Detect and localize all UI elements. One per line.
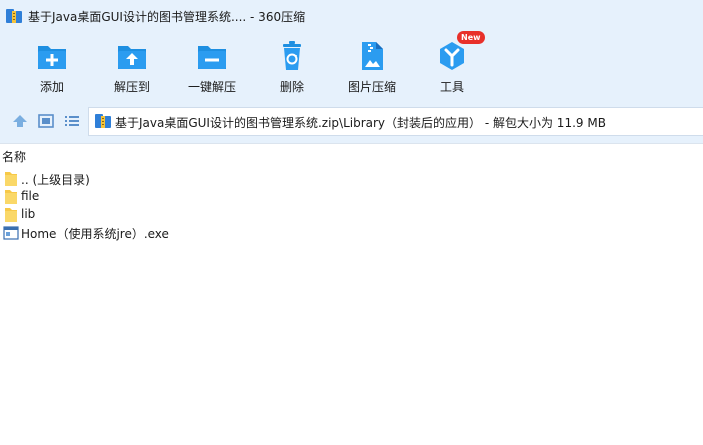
extract-to-label: 解压到	[113, 80, 150, 94]
one-click-extract-button[interactable]: 一键解压	[172, 34, 252, 96]
image-compress-button[interactable]: 图片压缩	[332, 34, 412, 96]
path-field[interactable]: 基于Java桌面GUI设计的图书管理系统.zip\Library（封装后的应用）…	[88, 107, 703, 136]
delete-label: 删除	[279, 80, 304, 94]
app-window: 基于Java桌面GUI设计的图书管理系统.... - 360压缩 添加 解压到 …	[0, 0, 703, 445]
view-list-icon[interactable]	[63, 113, 81, 129]
path-text: 基于Java桌面GUI设计的图书管理系统.zip\Library（封装后的应用）…	[115, 116, 606, 130]
view-thumbnail-icon[interactable]	[37, 113, 55, 129]
add-label: 添加	[39, 80, 64, 94]
one-click-extract-icon	[198, 46, 226, 69]
archive-icon	[95, 114, 111, 128]
name-column-header[interactable]: 名称	[0, 143, 703, 165]
extract-to-icon	[118, 46, 146, 69]
delete-button[interactable]: 删除	[252, 34, 332, 96]
title-bar: 基于Java桌面GUI设计的图书管理系统.... - 360压缩	[0, 0, 703, 32]
delete-icon	[283, 41, 301, 70]
tools-icon	[440, 42, 464, 70]
file-name: lib	[21, 207, 36, 221]
window-title: 基于Java桌面GUI设计的图书管理系统.... - 360压缩	[28, 10, 306, 24]
toolbar: 添加 解压到 一键解压 删除 图片压缩 New 工具	[0, 31, 703, 98]
tools-button[interactable]: New 工具	[412, 31, 492, 96]
folder-icon	[5, 172, 17, 186]
archive-app-icon	[6, 9, 22, 23]
file-list: 名称 .. (上级目录) file lib Home（使用系统jre）.exe	[0, 143, 703, 445]
up-arrow-icon[interactable]	[11, 113, 29, 129]
folder-icon	[5, 190, 17, 204]
add-icon	[38, 46, 66, 69]
header-area: 基于Java桌面GUI设计的图书管理系统.... - 360压缩 添加 解压到 …	[0, 0, 703, 100]
one-click-extract-label: 一键解压	[187, 80, 236, 94]
image-compress-label: 图片压缩	[347, 80, 396, 94]
folder-icon	[5, 208, 17, 222]
list-item-lib[interactable]: lib	[0, 206, 703, 224]
new-badge: New	[457, 31, 485, 44]
executable-icon	[3, 226, 19, 240]
address-bar: 基于Java桌面GUI设计的图书管理系统.zip\Library（封装后的应用）…	[0, 100, 703, 143]
name-column-label: 名称	[2, 150, 27, 164]
list-item-file[interactable]: file	[0, 188, 703, 206]
file-name: file	[21, 189, 40, 203]
image-compress-icon	[362, 42, 383, 70]
file-name: .. (上级目录)	[21, 173, 90, 187]
file-name: Home（使用系统jre）.exe	[21, 227, 169, 241]
extract-to-button[interactable]: 解压到	[92, 34, 172, 96]
list-item-home-exe[interactable]: Home（使用系统jre）.exe	[0, 224, 703, 242]
list-item-parent-dir[interactable]: .. (上级目录)	[0, 170, 703, 188]
tools-label: 工具	[439, 80, 464, 94]
add-button[interactable]: 添加	[12, 34, 92, 96]
